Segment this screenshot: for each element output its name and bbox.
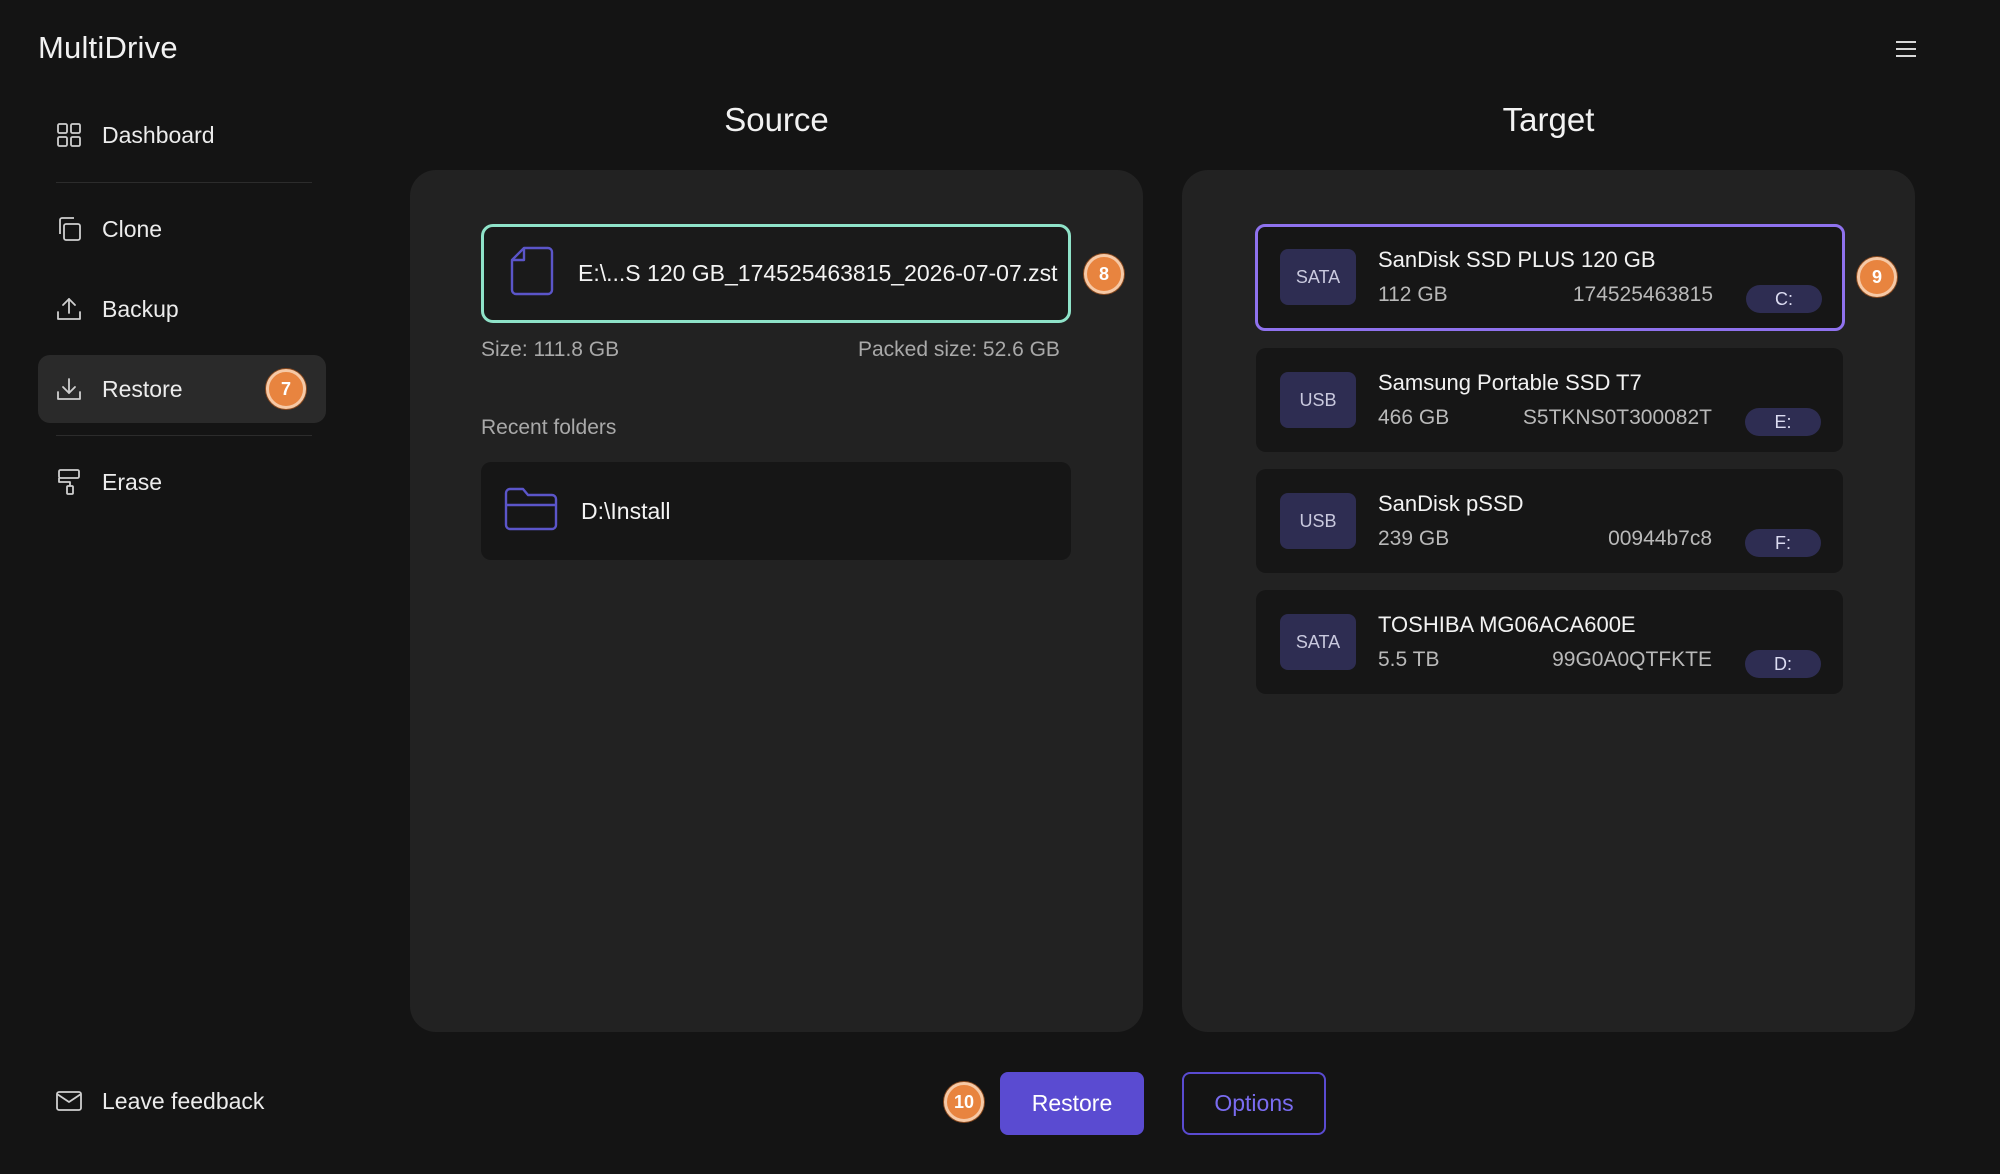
step-badge: 8 [1084,254,1124,294]
sidebar-item-backup[interactable]: Backup [38,275,326,343]
mail-icon [54,1086,84,1116]
drive-size: 112 GB [1378,283,1448,306]
drive-item[interactable]: SATA TOSHIBA MG06ACA600E 5.5 TB 99G0A0QT… [1256,590,1843,694]
drive-size: 239 GB [1378,527,1450,550]
drive-item-selected[interactable]: SATA SanDisk SSD PLUS 120 GB 112 GB 1745… [1255,224,1845,331]
hamburger-menu-icon [1896,41,1916,57]
drive-item[interactable]: USB SanDisk pSSD 239 GB 00944b7c8 F: [1256,469,1843,573]
recent-folders-label: Recent folders [481,416,617,439]
upload-icon [54,294,84,324]
paint-roller-icon [54,467,84,497]
drive-serial: S5TKNS0T300082T [1522,406,1712,429]
recent-folder-path: D:\Install [581,497,671,524]
app-logo: MultiDrive [38,30,178,65]
sidebar-item-dashboard[interactable]: Dashboard [38,101,326,169]
step-badge: 7 [266,369,306,409]
drive-size: 5.5 TB [1378,648,1440,671]
download-icon [54,374,84,404]
restore-button[interactable]: Restore [1000,1072,1144,1135]
drive-serial: 174525463815 [1572,283,1713,306]
drive-type-badge: SATA [1280,249,1356,305]
recent-folder-item[interactable]: D:\Install [481,462,1071,560]
folder-icon [503,485,559,538]
dashboard-icon [54,120,84,150]
drive-type-badge: SATA [1280,614,1356,670]
drive-type-badge: USB [1280,372,1356,428]
drive-letter: F: [1745,529,1821,557]
drive-name: SanDisk pSSD [1378,491,1524,516]
drive-size: 466 GB [1378,406,1450,429]
step-badge: 10 [944,1082,984,1122]
drive-letter: D: [1745,650,1821,678]
drive-letter: E: [1745,408,1821,436]
source-file-name: E:\...S 120 GB_174525463815_2026-07-07.z… [578,260,1058,286]
source-title: Source [724,101,829,138]
drive-name: Samsung Portable SSD T7 [1378,370,1642,395]
step-badge: 9 [1857,257,1897,297]
drive-name: SanDisk SSD PLUS 120 GB [1378,247,1656,272]
menu-button[interactable] [1892,34,1922,64]
drive-type-badge: USB [1280,493,1356,549]
drive-item[interactable]: USB Samsung Portable SSD T7 466 GB S5TKN… [1256,348,1843,452]
sidebar-divider [56,182,312,183]
feedback-label: Leave feedback [102,1087,265,1114]
sidebar-item-label: Backup [102,295,179,322]
drive-serial: 00944b7c8 [1608,527,1712,550]
target-title: Target [1502,101,1595,138]
sidebar-item-erase[interactable]: Erase [38,448,326,516]
drive-name: TOSHIBA MG06ACA600E [1378,612,1636,637]
source-file-selector[interactable]: E:\...S 120 GB_174525463815_2026-07-07.z… [481,224,1071,323]
sidebar-item-label: Clone [102,215,163,242]
app-window: MultiDrive Dashboard Clone Backup Restor… [0,0,2000,1174]
options-button[interactable]: Options [1182,1072,1326,1135]
file-icon [510,246,554,301]
source-size: Size: 111.8 GB [481,338,620,361]
drive-letter: C: [1746,285,1822,313]
sidebar-item-clone[interactable]: Clone [38,195,326,263]
sidebar-item-restore[interactable]: Restore 7 [38,355,326,423]
clone-icon [54,214,84,244]
drive-serial: 99G0A0QTFKTE [1552,648,1712,671]
leave-feedback-link[interactable]: Leave feedback [54,1086,264,1116]
sidebar-item-label: Restore [102,375,183,402]
source-packed-size: Packed size: 52.6 GB [858,338,1060,361]
sidebar-item-label: Dashboard [102,121,215,148]
sidebar-item-label: Erase [102,468,163,495]
sidebar-divider [56,435,312,436]
